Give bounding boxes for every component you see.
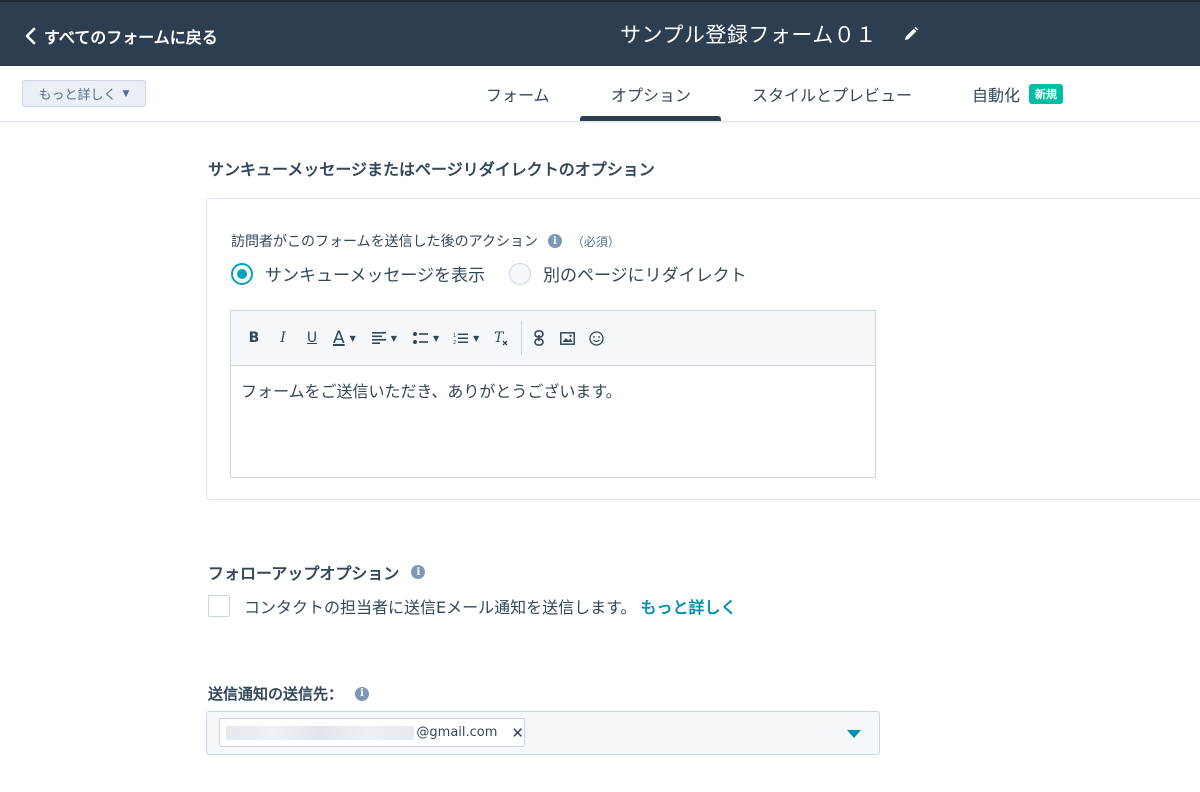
learn-more-link[interactable]: もっと詳しく <box>641 594 737 618</box>
toolbar-divider <box>521 321 523 355</box>
thanks-message-editor[interactable]: フォームをご送信いただき、ありがとうございます。 <box>231 366 875 414</box>
more-details-button[interactable]: もっと詳しく ▼ <box>22 80 146 107</box>
clear-format-icon[interactable]: T <box>493 326 509 350</box>
dropdown-caret-icon: ▼ <box>349 333 356 343</box>
caret-down-icon: ▼ <box>122 88 130 99</box>
underline-icon[interactable]: U <box>305 326 319 350</box>
recipients-title-text: 送信通知の送信先： <box>208 685 344 703</box>
top-header: すべてのフォームに戻る サンプル登録フォーム０１ <box>0 0 1200 66</box>
active-tab-indicator <box>580 116 721 121</box>
chevron-left-icon <box>25 27 36 45</box>
radio-show-thanks[interactable]: サンキューメッセージを表示 <box>231 261 485 286</box>
dropdown-caret-icon: ▼ <box>432 333 440 343</box>
numbered-list-icon[interactable]: 12 ▼ <box>453 326 479 350</box>
dropdown-caret-icon[interactable] <box>847 730 861 738</box>
svg-text:T: T <box>494 330 505 346</box>
recipients-section-title: 送信通知の送信先： i <box>208 683 370 704</box>
remove-recipient-icon[interactable]: ✕ <box>511 724 524 742</box>
svg-text:2: 2 <box>453 340 456 345</box>
emoji-icon[interactable] <box>589 326 604 350</box>
recipient-chip: @gmail.com ✕ <box>219 718 525 747</box>
info-icon[interactable]: i <box>547 234 562 248</box>
svg-text:1: 1 <box>453 333 456 339</box>
redacted-email-name <box>226 725 415 740</box>
back-link-label: すべてのフォームに戻る <box>44 28 218 47</box>
after-submit-action-label: 訪問者がこのフォームを送信した後のアクション i （必須） <box>231 231 620 251</box>
dropdown-caret-icon: ▼ <box>390 333 397 343</box>
recipient-email-domain: @gmail.com <box>416 725 498 740</box>
tab-automation-label: 自動化 <box>972 86 1021 105</box>
bold-icon[interactable]: B <box>247 326 261 350</box>
align-icon[interactable]: ▼ <box>371 326 397 350</box>
radio-redirect-label: 別のページにリダイレクト <box>542 266 747 286</box>
tab-form[interactable]: フォーム <box>486 82 550 106</box>
radio-button-unchecked[interactable] <box>508 262 531 285</box>
rich-text-editor: B I U A ▼ ▼ ▼ 12 ▼ T フォームをご送信いただき、ありがとうご… <box>230 310 876 478</box>
thanks-options-card: 訪問者がこのフォームを送信した後のアクション i （必須） サンキューメッセージ… <box>206 198 1200 500</box>
pencil-icon[interactable] <box>903 26 919 42</box>
radio-show-thanks-label: サンキューメッセージを表示 <box>265 266 485 286</box>
thanks-section-title: サンキューメッセージまたはページリダイレクトのオプション <box>208 160 655 179</box>
back-to-forms-link[interactable]: すべてのフォームに戻る <box>24 24 218 48</box>
radio-redirect[interactable]: 別のページにリダイレクト <box>508 261 747 286</box>
recipients-select[interactable]: @gmail.com ✕ <box>206 711 880 755</box>
form-title: サンプル登録フォーム０１ <box>620 23 877 47</box>
text-color-icon[interactable]: A ▼ <box>333 326 356 350</box>
editor-toolbar: B I U A ▼ ▼ ▼ 12 ▼ T <box>231 311 875 366</box>
new-badge: 新規 <box>1029 84 1064 104</box>
image-icon[interactable] <box>560 326 576 350</box>
tab-options[interactable]: オプション <box>611 82 691 106</box>
followup-title-text: フォローアップオプション <box>208 564 400 583</box>
tab-style-preview[interactable]: スタイルとプレビュー <box>752 82 912 106</box>
link-icon[interactable] <box>534 326 545 350</box>
followup-checkbox-label: コンタクトの担当者に送信Eメール通知を送信します。 <box>244 598 637 617</box>
followup-checkbox-row: コンタクトの担当者に送信Eメール通知を送信します。 もっと詳しく <box>208 594 737 618</box>
action-radio-group: サンキューメッセージを表示 別のページにリダイレクト <box>231 261 747 286</box>
form-title-area: サンプル登録フォーム０１ <box>620 19 919 49</box>
dropdown-caret-icon: ▼ <box>473 333 480 343</box>
after-submit-label-text: 訪問者がこのフォームを送信した後のアクション <box>231 234 538 250</box>
bullet-list-icon[interactable]: ▼ <box>412 326 440 350</box>
followup-section-title: フォローアップオプション i <box>208 560 426 584</box>
required-marker: （必須） <box>571 234 620 249</box>
info-icon[interactable]: i <box>355 686 370 701</box>
secondary-nav: もっと詳しく ▼ フォーム オプション スタイルとプレビュー 自動化 新規 <box>0 66 1200 122</box>
tab-automation[interactable]: 自動化 新規 <box>972 82 1064 106</box>
info-icon[interactable]: i <box>411 565 426 579</box>
italic-icon[interactable]: I <box>276 326 290 350</box>
radio-button-checked[interactable] <box>231 262 253 285</box>
send-notification-checkbox[interactable] <box>208 595 230 617</box>
more-details-label: もっと詳しく <box>38 88 117 103</box>
